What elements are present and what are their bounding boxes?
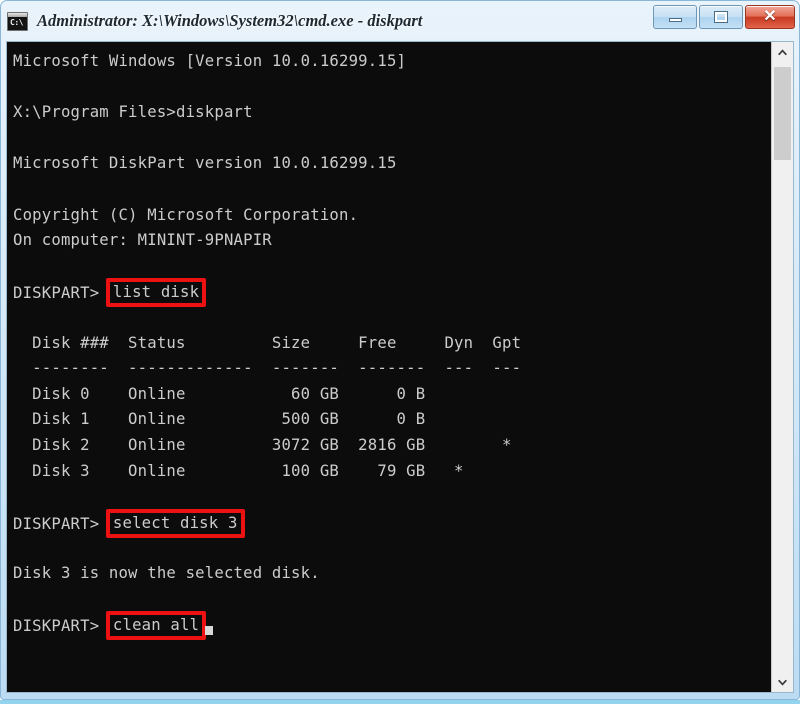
window-bottom-edge [0,700,800,704]
cmd-console-icon: C:\ [7,12,28,31]
window-title: Administrator: X:\Windows\System32\cmd.e… [37,11,423,30]
vertical-scrollbar[interactable] [771,42,793,692]
console-line: Microsoft DiskPart version 10.0.16299.15 [13,154,397,173]
console-output-pane[interactable]: Microsoft Windows [Version 10.0.16299.15… [7,42,771,692]
console-line: Disk ### Status Size Free Dyn Gpt [13,333,522,352]
close-button[interactable]: ✕ [745,5,795,29]
chevron-up-icon [778,48,787,55]
console-line: X:\Program Files>diskpart [13,103,253,122]
scrollbar-thumb[interactable] [774,67,791,160]
diskpart-prompt: DISKPART> [13,514,109,533]
console-line: Disk 3 is now the selected disk. [13,563,320,582]
diskpart-prompt: DISKPART> [13,617,109,636]
console-line: DISKPART> select disk 3 [13,508,771,538]
console-line: Disk 0 Online 60 GB 0 B [13,384,426,403]
chevron-down-icon [778,679,787,686]
diskpart-prompt: DISKPART> [13,284,109,303]
console-command: select disk 3 [105,508,245,538]
console-line: On computer: MININT-9PNAPIR [13,231,272,250]
icon-prompt-label: C:\ [10,18,23,27]
console-command: list disk [105,278,207,308]
console-line: Microsoft Windows [Version 10.0.16299.15… [13,52,407,70]
console-text: Microsoft Windows [Version 10.0.16299.15… [13,49,771,641]
title-bar[interactable]: C:\ Administrator: X:\Windows\System32\c… [1,1,799,41]
text-cursor [205,626,214,636]
scroll-up-button[interactable] [772,42,793,61]
window-controls: ✕ [653,5,795,29]
console-line: DISKPART> list disk [13,278,771,308]
console-line: DISKPART> clean all [13,611,771,641]
console-line: Disk 2 Online 3072 GB 2816 GB * [13,435,512,454]
scroll-down-button[interactable] [772,673,793,692]
console-command: clean all [105,611,207,641]
console-window: C:\ Administrator: X:\Windows\System32\c… [0,0,800,700]
console-line: Copyright (C) Microsoft Corporation. [13,205,359,224]
minimize-icon [668,18,682,22]
console-line: Disk 3 Online 100 GB 79 GB * [13,461,464,480]
client-area: Microsoft Windows [Version 10.0.16299.15… [6,41,794,693]
maximize-button[interactable] [699,5,743,29]
console-line: Disk 1 Online 500 GB 0 B [13,410,426,429]
maximize-icon [714,11,728,23]
console-line: -------- ------------- ------- ------- -… [13,359,522,378]
close-icon: ✕ [763,8,777,25]
scrollbar-track[interactable] [772,61,793,673]
minimize-button[interactable] [653,5,697,29]
